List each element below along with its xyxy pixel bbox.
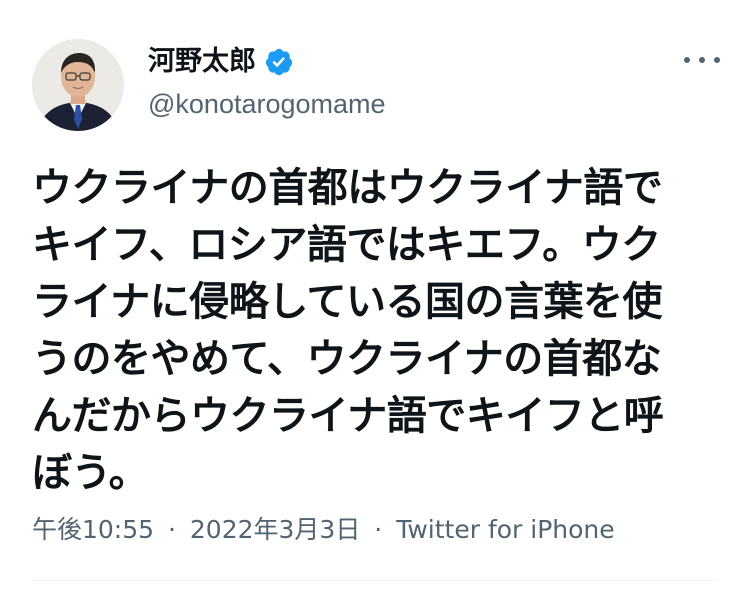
verified-badge-icon	[264, 47, 294, 77]
tweet-text-line: ライナに侵略している国の言葉を使	[32, 279, 663, 325]
more-horizontal-icon	[684, 57, 690, 63]
tweet-text-line: キイフ、ロシア語ではキエフ。ウク	[32, 222, 661, 268]
tweet-text-line: ぼう。	[32, 450, 149, 496]
tweet-text-line: ウクライナの首都はウクライナ語で	[32, 165, 663, 211]
tweet-date[interactable]: 2022年3月3日	[190, 515, 360, 544]
tweet-time[interactable]: 午後10:55	[32, 515, 154, 544]
tweet-text-line: うのをやめて、ウクライナの首都な	[32, 336, 662, 382]
tweet: 河野太郎 @konotarogomame ウクライナの首都はウクライナ語で キイ…	[0, 0, 749, 591]
more-options-button[interactable]	[684, 48, 720, 72]
user-handle[interactable]: @konotarogomame	[148, 86, 386, 122]
display-name[interactable]: 河野太郎	[148, 44, 256, 80]
meta-separator: ·	[374, 515, 383, 544]
more-dot	[714, 57, 720, 63]
tweet-text: ウクライナの首都はウクライナ語で キイフ、ロシア語ではキエフ。ウク ライナに侵略…	[32, 160, 712, 502]
tweet-text-line: んだからウクライナ語でキイフと呼	[32, 393, 664, 439]
divider	[32, 580, 717, 581]
avatar[interactable]	[32, 39, 124, 131]
avatar-image	[32, 39, 124, 131]
tweet-meta: 午後10:55 · 2022年3月3日 · Twitter for iPhone	[32, 513, 615, 547]
meta-separator: ·	[168, 515, 176, 544]
more-dot	[699, 57, 705, 63]
author-block: 河野太郎 @konotarogomame	[148, 44, 386, 122]
name-row: 河野太郎	[148, 44, 386, 80]
tweet-source[interactable]: Twitter for iPhone	[396, 515, 614, 544]
